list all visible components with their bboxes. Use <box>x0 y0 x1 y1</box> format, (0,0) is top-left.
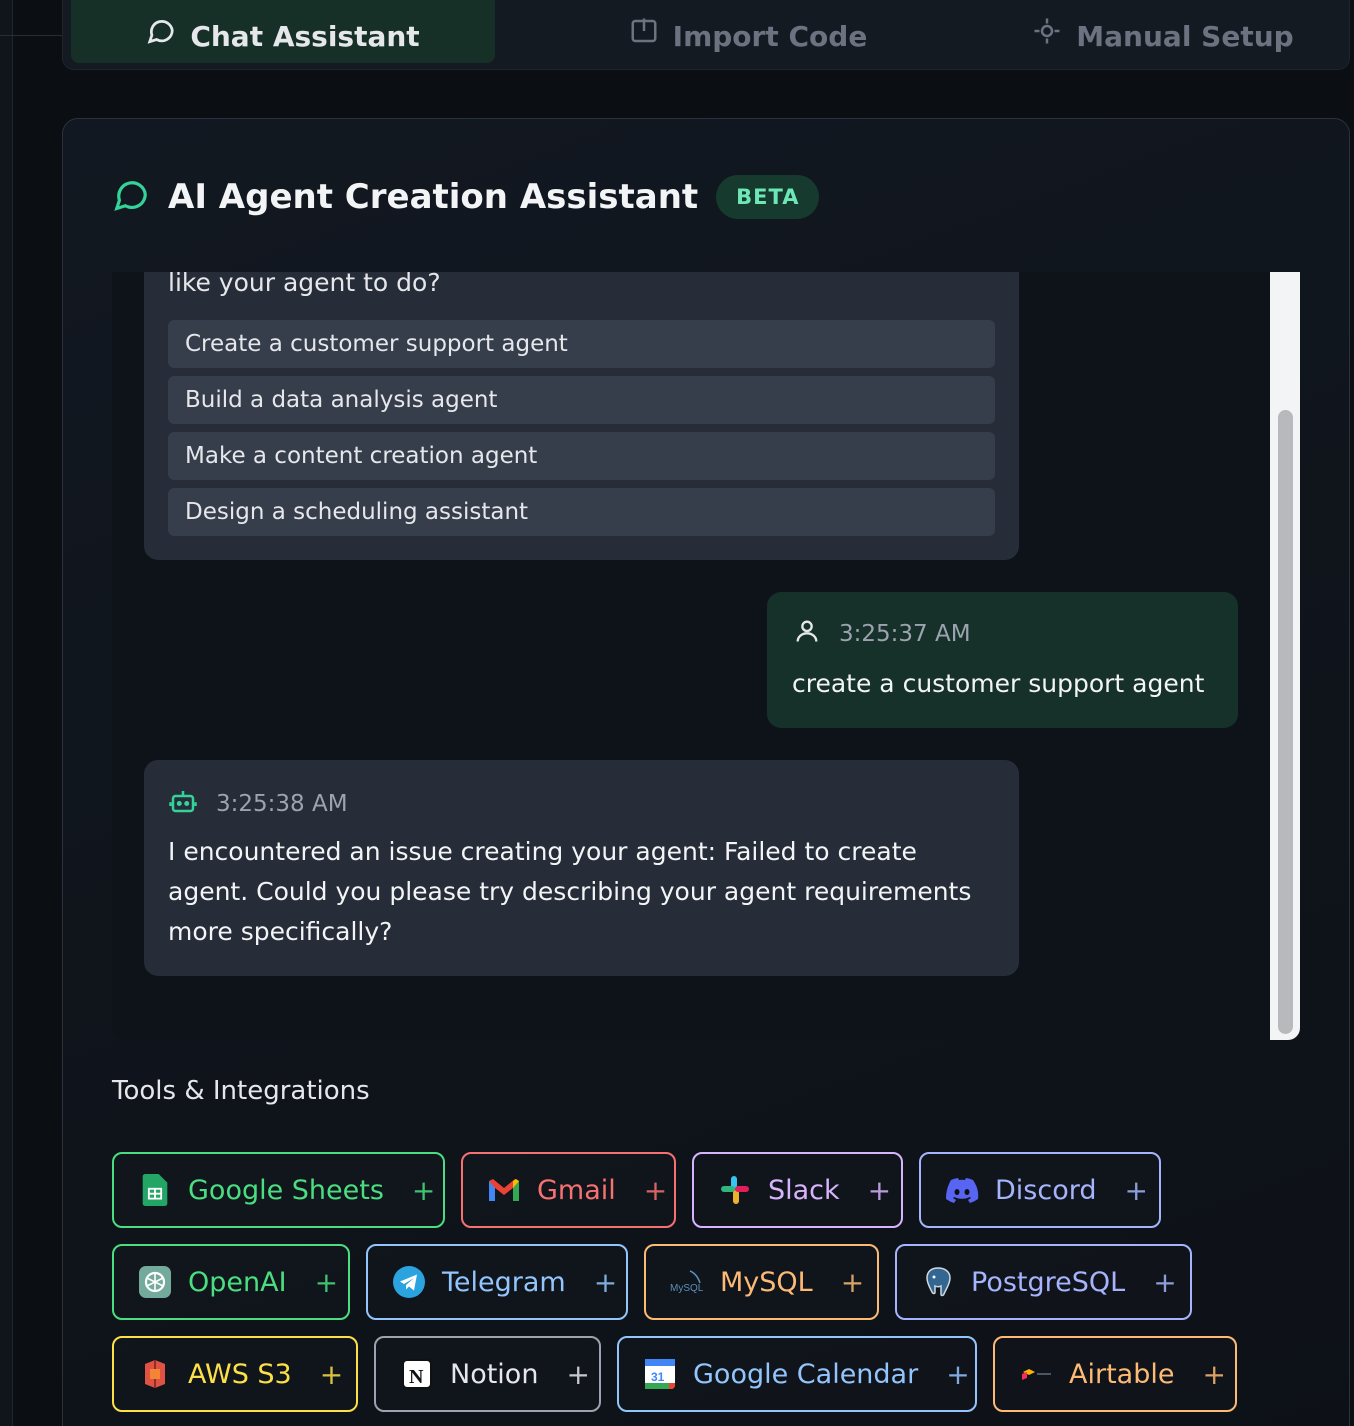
scrollbar[interactable] <box>1270 272 1300 1040</box>
notion-icon: N <box>400 1357 434 1391</box>
message-time: 3:25:37 AM <box>839 621 971 647</box>
user-icon <box>793 616 821 652</box>
message-meta: 3:25:38 AM <box>168 786 348 822</box>
tab-manual-setup[interactable]: Manual Setup <box>983 0 1343 63</box>
tool-label: Google Sheets <box>188 1174 384 1206</box>
chat-messages[interactable]: like your agent to do? Create a customer… <box>112 272 1300 1040</box>
tab-bar: Chat Assistant Import Code Manual Setup <box>62 0 1350 70</box>
divider <box>0 35 66 36</box>
add-tool-button[interactable]: + <box>315 1266 338 1299</box>
tool-aws-s3[interactable]: AWS S3 + <box>112 1336 358 1412</box>
message-text: create a customer support agent <box>792 669 1205 698</box>
tool-label: Gmail <box>537 1174 616 1206</box>
discord-icon <box>945 1173 979 1207</box>
left-rail <box>0 0 13 1426</box>
user-message: 3:25:37 AM create a customer support age… <box>767 592 1238 728</box>
add-tool-button[interactable]: + <box>412 1174 435 1207</box>
tool-label: Airtable <box>1069 1358 1175 1390</box>
svg-text:31: 31 <box>651 1370 665 1384</box>
page-title: AI Agent Creation Assistant <box>168 177 699 217</box>
tool-label: MySQL <box>720 1266 813 1298</box>
svg-text:N: N <box>409 1366 424 1388</box>
add-tool-button[interactable]: + <box>566 1358 589 1391</box>
add-tool-button[interactable]: + <box>1202 1358 1225 1391</box>
beta-badge: BETA <box>716 175 820 219</box>
tool-postgresql[interactable]: PostgreSQL + <box>895 1244 1192 1320</box>
postgresql-icon <box>921 1265 955 1299</box>
tool-google-sheets[interactable]: Google Sheets + <box>112 1152 445 1228</box>
add-tool-button[interactable]: + <box>868 1174 891 1207</box>
tool-gmail[interactable]: Gmail + <box>461 1152 676 1228</box>
google-calendar-icon: 31 <box>643 1357 677 1391</box>
add-tool-button[interactable]: + <box>841 1266 864 1299</box>
scrollbar-thumb[interactable] <box>1278 410 1293 1034</box>
add-tool-button[interactable]: + <box>1125 1174 1148 1207</box>
tab-import-code[interactable]: Import Code <box>563 0 933 63</box>
tab-label: Chat Assistant <box>190 20 420 53</box>
import-icon <box>629 16 659 53</box>
tool-label: Discord <box>995 1174 1097 1206</box>
chat-bubble-icon <box>112 176 150 218</box>
add-tool-button[interactable]: + <box>594 1266 617 1299</box>
tab-label: Manual Setup <box>1076 20 1294 53</box>
add-tool-button[interactable]: + <box>320 1358 343 1391</box>
airtable-icon <box>1019 1357 1053 1391</box>
gear-icon <box>1032 16 1062 53</box>
tool-label: Notion <box>450 1358 539 1390</box>
svg-text:MySQL: MySQL <box>670 1283 704 1294</box>
tool-label: AWS S3 <box>188 1358 292 1390</box>
tool-label: Slack <box>768 1174 840 1206</box>
assistant-message: 3:25:38 AM I encountered an issue creati… <box>144 760 1019 976</box>
tool-slack[interactable]: Slack + <box>692 1152 903 1228</box>
tool-notion[interactable]: N Notion + <box>374 1336 601 1412</box>
aws-s3-icon <box>138 1357 172 1391</box>
tool-label: Google Calendar <box>693 1358 919 1390</box>
openai-icon <box>138 1265 172 1299</box>
bot-icon <box>168 786 198 822</box>
google-sheets-icon <box>138 1173 172 1207</box>
message-meta: 3:25:37 AM <box>793 616 971 652</box>
slack-icon <box>718 1173 752 1207</box>
suggestion-button[interactable]: Create a customer support agent <box>168 320 995 368</box>
tool-label: Telegram <box>442 1266 566 1298</box>
tab-chat-assistant[interactable]: Chat Assistant <box>71 0 495 63</box>
message-text: I encountered an issue creating your age… <box>168 832 971 952</box>
tool-label: PostgreSQL <box>971 1266 1126 1298</box>
mysql-icon: MySQL <box>670 1265 704 1299</box>
add-tool-button[interactable]: + <box>946 1358 969 1391</box>
tool-openai[interactable]: OpenAI + <box>112 1244 350 1320</box>
gmail-icon <box>487 1173 521 1207</box>
tool-label: OpenAI <box>188 1266 287 1298</box>
add-tool-button[interactable]: + <box>644 1174 667 1207</box>
message-line: agent. Could you please try describing y… <box>168 877 972 906</box>
suggestion-button[interactable]: Build a data analysis agent <box>168 376 995 424</box>
tools-title: Tools & Integrations <box>112 1076 370 1106</box>
card-header: AI Agent Creation Assistant BETA <box>112 172 820 222</box>
tool-discord[interactable]: Discord + <box>919 1152 1161 1228</box>
chat-icon <box>146 16 176 53</box>
tool-telegram[interactable]: Telegram + <box>366 1244 628 1320</box>
message-time: 3:25:38 AM <box>216 791 348 817</box>
suggestion-button[interactable]: Design a scheduling assistant <box>168 488 995 536</box>
add-tool-button[interactable]: + <box>1153 1266 1176 1299</box>
tab-label: Import Code <box>672 20 868 53</box>
message-line: I encountered an issue creating your age… <box>168 837 917 866</box>
intro-text: like your agent to do? <box>168 272 441 297</box>
tool-mysql[interactable]: MySQL MySQL + <box>644 1244 879 1320</box>
assistant-message-intro: like your agent to do? Create a customer… <box>144 272 1019 560</box>
tool-airtable[interactable]: Airtable + <box>993 1336 1237 1412</box>
suggestion-button[interactable]: Make a content creation agent <box>168 432 995 480</box>
tool-google-calendar[interactable]: 31 Google Calendar + <box>617 1336 977 1412</box>
telegram-icon <box>392 1265 426 1299</box>
message-line: more specifically? <box>168 917 393 946</box>
